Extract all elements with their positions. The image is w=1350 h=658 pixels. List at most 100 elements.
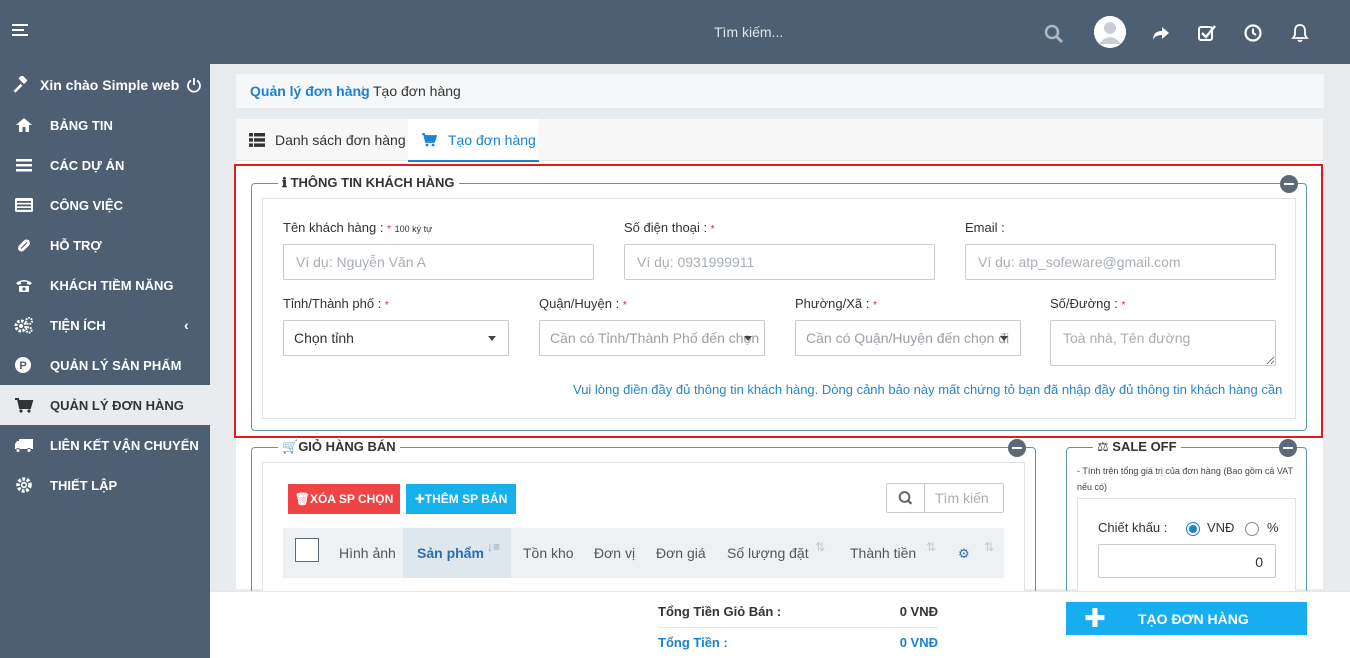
sidebar-item-settings[interactable]: Thiết lập <box>0 465 210 505</box>
discount-percent-radio[interactable] <box>1245 522 1259 536</box>
sidebar-item-label: Bảng tin <box>50 118 113 133</box>
sidebar: Xin chào Simple web Bảng tin Các dự án C… <box>0 64 210 658</box>
ward-select[interactable]: Cần có Quận/Huyện đến chọn đi <box>795 320 1021 356</box>
search-icon[interactable] <box>1044 24 1064 44</box>
district-select[interactable]: Cần có Tỉnh/Thành Phố đến chọn <box>539 320 765 356</box>
sidebar-greeting: Xin chào Simple web <box>0 64 210 106</box>
province-select[interactable]: Chọn tỉnh <box>283 320 509 356</box>
phone-icon <box>16 280 32 292</box>
select-value: Cần có Tỉnh/Thành Phố đến chọn <box>550 330 760 346</box>
cart-total-value: 0 VNĐ <box>899 604 938 619</box>
truck-icon <box>15 439 33 453</box>
col-settings[interactable]: ⚙ ⇅ <box>958 528 1004 578</box>
search-icon[interactable] <box>887 484 925 512</box>
phone-input[interactable] <box>624 244 935 280</box>
order-footer: Tổng Tiền Giỏ Bán : 0 VNĐ Tổng Tiền : 0 … <box>210 591 1350 658</box>
col-unit[interactable]: Đơn vị <box>594 528 644 578</box>
cart-search-input[interactable] <box>925 484 1003 512</box>
top-bar: Tìm kiếm... <box>0 0 1350 64</box>
sidebar-item-products[interactable]: P Quản lý sản phẩm <box>0 345 210 385</box>
phone-label: Số điện thoại : * <box>624 220 715 235</box>
col-total[interactable]: Thành tiền ⇅ <box>850 528 940 578</box>
sidebar-item-dashboard[interactable]: Bảng tin <box>0 105 210 145</box>
email-input[interactable] <box>965 244 1276 280</box>
gavel-icon <box>13 76 28 93</box>
tab-label: Tạo đơn hàng <box>448 132 536 148</box>
medkit-icon <box>18 239 30 252</box>
required-mark: * <box>387 224 391 235</box>
column-label: Đơn vị <box>594 545 636 561</box>
power-icon[interactable] <box>186 77 202 93</box>
column-label: Sản phẩm <box>417 545 484 561</box>
share-icon[interactable] <box>1151 23 1171 43</box>
label-text: Quận/Huyện : <box>539 296 620 311</box>
cart-icon <box>422 133 437 147</box>
sale-off-note: - Tính trên tổng giá trị của đơn hàng (B… <box>1077 466 1293 492</box>
sidebar-item-orders[interactable]: Quản lý đơn hàng <box>0 385 210 425</box>
select-value: Cần có Quận/Huyện đến chọn đi <box>806 330 1010 346</box>
col-quantity[interactable]: Số lượng đặt ⇅ <box>727 528 827 578</box>
sidebar-item-support[interactable]: Hỗ trợ <box>0 225 210 265</box>
cart-table-header: Hình ảnh Sản phẩm ↓≡ Tồn kho Đơn vị Đơn g… <box>283 528 1004 578</box>
label-text: Số điện thoại : <box>624 220 708 235</box>
sidebar-item-label: Thiết lập <box>50 478 118 493</box>
svg-text:P: P <box>19 360 26 372</box>
sidebar-item-projects[interactable]: Các dự án <box>0 145 210 185</box>
street-textarea[interactable] <box>1050 320 1276 366</box>
cart-icon <box>15 398 34 413</box>
discount-percent-label: % <box>1267 520 1279 535</box>
cart-total-label: Tổng Tiền Giỏ Bán : <box>658 604 782 619</box>
tab-create-order[interactable]: Tạo đơn hàng <box>408 119 539 162</box>
label-text: Phường/Xã : <box>795 296 870 311</box>
sidebar-item-leads[interactable]: Khách tiềm năng <box>0 265 210 305</box>
label-text: Tỉnh/Thành phố : <box>283 296 382 311</box>
select-all-checkbox[interactable] <box>295 538 319 562</box>
home-icon <box>16 118 32 132</box>
required-mark: * <box>622 300 627 311</box>
checkbox-icon[interactable] <box>1197 23 1217 43</box>
sidebar-item-utilities[interactable]: Tiện ích ‹ <box>0 305 210 345</box>
breadcrumb-link-orders[interactable]: Quản lý đơn hàng <box>250 83 370 99</box>
breadcrumb-separator: / <box>360 83 364 99</box>
collapse-sale-button[interactable] <box>1279 439 1297 457</box>
product-p-icon: P <box>15 357 31 373</box>
total-label: Tổng Tiền : <box>658 635 728 650</box>
delete-selected-button[interactable]: 🗑XÓA SP CHỌN <box>288 484 400 514</box>
cart-icon: 🛒 <box>282 439 299 454</box>
avatar[interactable] <box>1094 16 1126 48</box>
cogs-icon <box>14 317 33 334</box>
col-price[interactable]: Đơn giá <box>656 528 716 578</box>
trash-icon: 🗑 <box>294 492 310 506</box>
col-product[interactable]: Sản phẩm ↓≡ <box>403 528 511 578</box>
street-label: Số/Đường : * <box>1050 296 1125 311</box>
required-mark: * <box>710 224 715 235</box>
collapse-cart-button[interactable] <box>1008 439 1026 457</box>
customer-name-input[interactable] <box>283 244 594 280</box>
create-order-button[interactable]: ✚ TẠO ĐƠN HÀNG <box>1066 602 1307 635</box>
sidebar-item-tasks[interactable]: Công việc <box>0 185 210 225</box>
menu-toggle-icon[interactable] <box>12 24 28 38</box>
col-stock[interactable]: Tồn kho <box>523 528 583 578</box>
add-product-button[interactable]: ✚THÊM SP BÁN <box>406 484 516 514</box>
tab-order-list[interactable]: Danh sách đơn hàng <box>236 119 406 161</box>
legend-text: THÔNG TIN KHÁCH HÀNG <box>290 175 455 190</box>
bell-icon[interactable] <box>1290 23 1310 43</box>
clock-icon[interactable] <box>1243 23 1263 43</box>
column-label: Tồn kho <box>523 545 574 561</box>
col-image[interactable]: Hình ảnh <box>339 528 403 578</box>
email-label: Email : <box>965 220 1005 235</box>
cart-search-group <box>886 483 1004 513</box>
button-label: TẠO ĐƠN HÀNG <box>1138 611 1249 627</box>
column-label: Thành tiền <box>850 545 917 561</box>
sidebar-item-label: Khách tiềm năng <box>50 278 174 293</box>
select-all-cell <box>283 528 331 578</box>
legend-text: GIỎ HÀNG BÁN <box>298 439 396 454</box>
discount-input[interactable]: 0 <box>1098 544 1276 578</box>
sidebar-item-shipping[interactable]: Liên kết vận chuyển <box>0 425 210 465</box>
breadcrumb: Quản lý đơn hàng / Tạo đơn hàng <box>236 74 1324 108</box>
customer-info-legend: ℹ THÔNG TIN KHÁCH HÀNG <box>278 175 459 191</box>
scale-icon: ⚖ <box>1097 439 1109 454</box>
collapse-customer-button[interactable] <box>1280 175 1298 193</box>
global-search-input[interactable]: Tìm kiếm... <box>714 24 783 40</box>
discount-vnd-radio[interactable] <box>1186 522 1200 536</box>
